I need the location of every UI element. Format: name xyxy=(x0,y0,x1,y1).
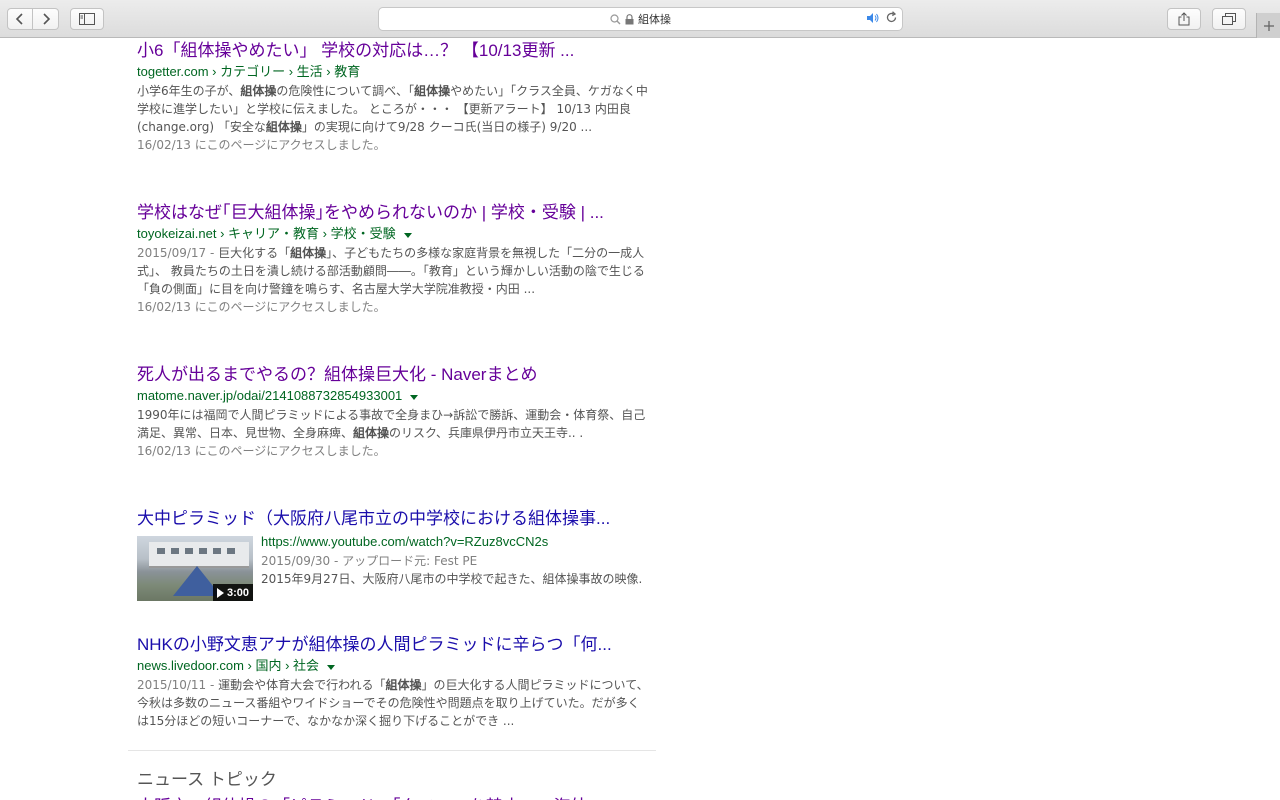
result-snippet: 2015/10/11 - 運動会や体育大会で行われる「組体操」の巨大化する人間ピ… xyxy=(137,676,649,730)
tab-overview-icon xyxy=(1222,13,1236,25)
snippet-text: 小学6年生の子が、 xyxy=(137,84,241,98)
result-snippet: 1990年には福岡で人間ピラミッドによる事故で全身まひ→訴訟で勝訴、運動会・体育… xyxy=(137,406,649,442)
visited-note: 16/02/13 にこのページにアクセスしました。 xyxy=(137,138,386,152)
url-options-caret[interactable] xyxy=(403,232,412,238)
result-date: 2015/09/17 - xyxy=(137,246,219,260)
result-url-text: matome.naver.jp/odai/2141088732854933001 xyxy=(137,388,403,403)
result-snippet: 2015年9月27日、大阪府八尾市の中学校で起きた、組体操事故の映像. xyxy=(261,572,643,586)
result-item: 学校はなぜ｢巨大組体操｣をやめられないのか | 学校・受験 | ... toyo… xyxy=(137,202,649,316)
lock-icon xyxy=(625,13,634,24)
visited-note: 16/02/13 にこのページにアクセスしました。 xyxy=(137,300,386,314)
thumbnail-window xyxy=(227,548,235,554)
share-button[interactable] xyxy=(1167,8,1201,30)
sidebar-icon xyxy=(79,13,95,25)
video-meta: https://www.youtube.com/watch?v=RZuz8vcC… xyxy=(261,532,642,601)
url-options-caret[interactable] xyxy=(327,664,336,670)
result-item: 死人が出るまでやるの？組体操巨大化 - Naverまとめ matome.nave… xyxy=(137,364,649,460)
snippet-keyword: 組体操 xyxy=(414,84,451,98)
result-item: NHKの小野文恵アナが組体操の人間ピラミッドに辛らつ「何... news.liv… xyxy=(137,634,649,730)
thumbnail-window xyxy=(171,548,179,554)
address-content: 組体操 xyxy=(610,11,671,27)
snippet-text: のリスク、兵庫県伊丹市立天王寺.. . xyxy=(389,426,584,440)
play-icon xyxy=(216,587,224,598)
visited-note: 16/02/13 にこのページにアクセスしました。 xyxy=(137,444,386,458)
result-title-link[interactable]: NHKの小野文恵アナが組体操の人間ピラミッドに辛らつ「何... xyxy=(137,634,649,656)
snippet-text: 運動会や体育大会で行われる「 xyxy=(218,678,386,692)
result-url-text: togetter.com › カテゴリー › 生活 › 教育 xyxy=(137,64,361,79)
result-url-text: news.livedoor.com › 国内 › 社会 xyxy=(137,658,320,673)
address-actions xyxy=(866,11,898,24)
thumbnail-window xyxy=(157,548,165,554)
news-item-link[interactable]: 大阪市 組体操の「ピラミッド」「タワー」を禁止へ 海外 xyxy=(137,792,588,800)
result-item: 小6「組体操やめたい」 学校の対応は…？ 【10/13更新 ... togett… xyxy=(137,40,649,154)
browser-toolbar: 組体操 xyxy=(0,0,1280,38)
result-title-link[interactable]: 死人が出るまでやるの？組体操巨大化 - Naverまとめ xyxy=(137,364,649,386)
snippet-keyword: 組体操 xyxy=(265,120,302,134)
snippet-keyword: 組体操 xyxy=(290,246,327,260)
video-block: 3:00 https://www.youtube.com/watch?v=RZu… xyxy=(137,532,649,601)
result-date: 2015/09/30 - アップロード元: Fest PE xyxy=(261,554,478,568)
thumbnail-building xyxy=(149,542,249,568)
thumbnail-window xyxy=(213,548,221,554)
snippet-keyword: 組体操 xyxy=(240,84,277,98)
news-topics-heading: ニュース トピック xyxy=(137,770,277,789)
video-result-item: 大中ピラミッド（大阪府八尾市立の中学校における組体操事... 3:00 http… xyxy=(137,508,649,601)
search-icon xyxy=(610,13,621,24)
sidebar-button[interactable] xyxy=(70,8,104,30)
chevron-left-icon xyxy=(15,13,23,25)
result-url: news.livedoor.com › 国内 › 社会 xyxy=(137,656,649,676)
plus-icon xyxy=(1263,20,1274,31)
forward-button[interactable] xyxy=(33,8,59,30)
result-url: toyokeizai.net › キャリア・教育 › 学校・受験 xyxy=(137,224,649,244)
result-snippet: 小学6年生の子が、組体操の危険性について調べ、「組体操やめたい」「クラス全員、ケ… xyxy=(137,82,649,136)
snippet-keyword: 組体操 xyxy=(353,426,390,440)
result-snippet: 2015/09/17 - 巨大化する「組体操」、子どもたちの多様な家庭背景を無視… xyxy=(137,244,649,298)
back-button[interactable] xyxy=(7,8,33,30)
address-bar[interactable]: 組体操 xyxy=(378,7,903,31)
url-options-caret[interactable] xyxy=(410,394,419,400)
snippet-text: 」の実現に向けて9/28 クーコ氏(当日の様子) 9/20 ... xyxy=(301,120,593,134)
tab-overview-button[interactable] xyxy=(1212,8,1246,30)
video-duration: 3:00 xyxy=(226,586,249,599)
thumbnail-window xyxy=(199,548,207,554)
video-thumbnail[interactable]: 3:00 xyxy=(137,536,253,601)
result-url: https://www.youtube.com/watch?v=RZuz8vcC… xyxy=(261,534,549,549)
result-title-link[interactable]: 学校はなぜ｢巨大組体操｣をやめられないのか | 学校・受験 | ... xyxy=(137,202,649,224)
result-url: togetter.com › カテゴリー › 生活 › 教育 xyxy=(137,62,649,82)
reload-icon[interactable] xyxy=(885,11,898,24)
result-date: 2015/10/11 - xyxy=(137,678,219,692)
snippet-text: の危険性について調べ、「 xyxy=(276,84,415,98)
thumbnail-window xyxy=(185,548,193,554)
speaker-icon[interactable] xyxy=(866,12,880,24)
address-text: 組体操 xyxy=(638,13,671,26)
share-icon xyxy=(1178,12,1190,26)
result-title-link[interactable]: 小6「組体操やめたい」 学校の対応は…？ 【10/13更新 ... xyxy=(137,40,649,62)
chevron-right-icon xyxy=(42,13,50,25)
section-divider xyxy=(128,750,656,751)
video-duration-badge: 3:00 xyxy=(212,584,253,601)
result-url: matome.naver.jp/odai/2141088732854933001 xyxy=(137,386,649,406)
snippet-keyword: 組体操 xyxy=(385,678,422,692)
snippet-text: 巨大化する「 xyxy=(218,246,291,260)
result-title-link[interactable]: 大中ピラミッド（大阪府八尾市立の中学校における組体操事... xyxy=(137,508,649,530)
result-url-text: toyokeizai.net › キャリア・教育 › 学校・受験 xyxy=(137,226,396,241)
new-tab-button[interactable] xyxy=(1256,13,1280,38)
